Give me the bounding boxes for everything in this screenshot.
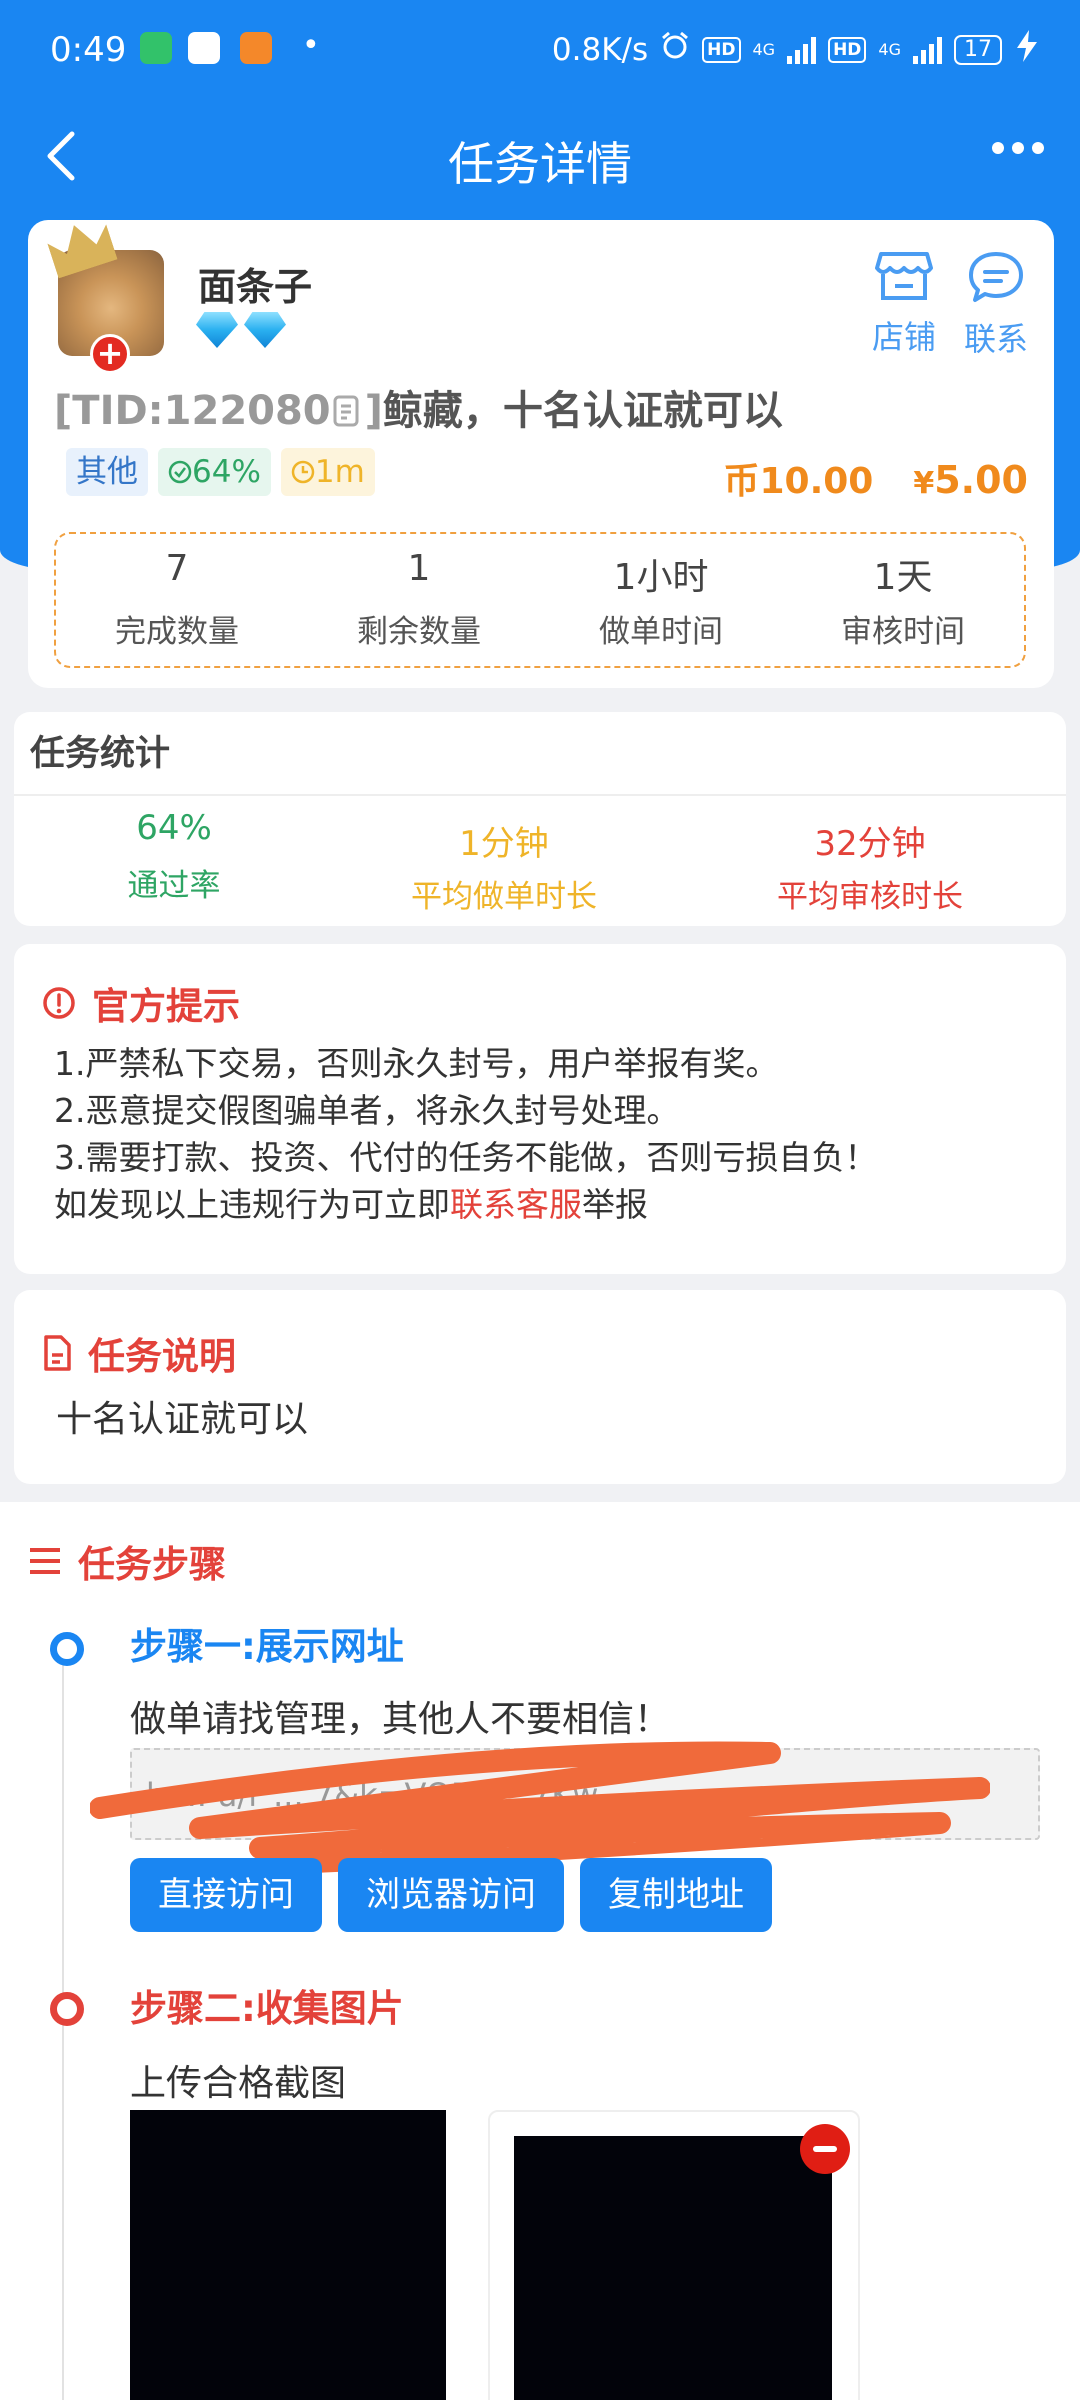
more-notifications-icon: • [302, 28, 320, 63]
task-name: 鲸藏，十名认证就可以 [382, 388, 783, 434]
step-two-text: 上传合格截图 [130, 2063, 347, 2104]
signal-icon [787, 36, 817, 64]
coin-reward: 币10.00 [723, 452, 873, 504]
app-notification-icon [188, 32, 220, 64]
task-url-field[interactable]: h ... u/l_... 7&k=VOEj ... 7Kw [130, 1748, 1040, 1840]
alert-circle-icon [43, 987, 75, 1019]
hd-icon: HD [828, 37, 867, 63]
remove-image-icon[interactable] [800, 2124, 850, 2174]
task-title: [TID:122080]鲸藏，十名认证就可以 [54, 378, 783, 436]
task-stats-card: 任务统计 64% 通过率 1分钟 平均做单时长 32分钟 平均审核时长 [14, 712, 1066, 926]
notice-line: 如发现以上违规行为可立即联系客服举报 [54, 1185, 648, 1224]
contact-support-link[interactable]: 联系客服 [450, 1185, 582, 1224]
steps-title: 任务步骤 [78, 1543, 226, 1586]
signal-label: 4G [752, 40, 776, 59]
shop-label: 店铺 [871, 318, 936, 356]
contact-label: 联系 [963, 320, 1028, 358]
list-icon [30, 1548, 60, 1574]
app-notification-icon [140, 32, 172, 64]
cny-value: 5.00 [934, 458, 1028, 502]
direct-visit-button[interactable]: 直接访问 [130, 1858, 322, 1932]
description-heading: 任务说明 [42, 1326, 236, 1380]
completed-count: 7 完成数量 [115, 548, 239, 650]
task-tags: 其他 64% 1m [66, 448, 375, 496]
browser-visit-button[interactable]: 浏览器访问 [338, 1858, 564, 1932]
charging-icon [1014, 30, 1040, 70]
steps-heading: 任务步骤 [28, 1534, 226, 1588]
step-one-title: 步骤一:展示网址 [130, 1625, 404, 1668]
step-two-title: 步骤二:收集图片 [130, 1987, 404, 2030]
review-time: 1天 审核时间 [841, 557, 965, 650]
avg-work-time-stat: 1分钟 平均做单时长 [411, 824, 597, 915]
alarm-icon [660, 31, 690, 69]
notice-title: 官方提示 [92, 985, 240, 1028]
shop-button[interactable]: 店铺 [864, 250, 944, 358]
remaining-count: 1 剩余数量 [357, 548, 481, 650]
time-value: 1m [314, 454, 365, 490]
uploaded-screenshot[interactable] [514, 2136, 832, 2400]
coin-value: 10.00 [759, 461, 874, 502]
crown-icon [44, 216, 117, 279]
description-text: 十名认证就可以 [56, 1399, 309, 1440]
category-tag: 其他 [66, 448, 148, 496]
contact-button[interactable]: 联系 [956, 250, 1036, 360]
task-steps-section: 任务步骤 步骤一:展示网址 做单请找管理，其他人不要相信！ h ... u/l_… [0, 1502, 1080, 2400]
app-notification-icon [240, 32, 272, 64]
clock-icon [291, 460, 315, 484]
pass-rate-stat: 64% 通过率 [127, 808, 221, 904]
description-title: 任务说明 [88, 1335, 236, 1378]
task-summary-card: + 面条子 店铺 联系 [TID:122080]鲸藏，十名认证就可以 其他 64… [28, 220, 1054, 688]
coin-symbol: 币 [723, 461, 760, 502]
work-time: 1小时 做单时间 [599, 557, 723, 650]
follow-plus-icon[interactable]: + [90, 334, 130, 374]
diamond-icon [244, 312, 286, 348]
chat-icon [969, 252, 1023, 302]
diamond-icon [196, 312, 238, 348]
vip-level [196, 312, 286, 348]
step-one-dot [50, 1632, 84, 1666]
sample-screenshot[interactable] [130, 2110, 446, 2400]
store-icon [875, 252, 933, 300]
task-stats-title: 任务统计 [14, 712, 1066, 796]
notice-line: 2.恶意提交假图骗单者，将永久封号处理。 [54, 1091, 680, 1130]
notice-line: 3.需要打款、投资、代付的任务不能做，否则亏损自负！ [54, 1138, 878, 1177]
net-speed: 0.8K/s [551, 32, 649, 68]
status-time: 0:49 [50, 30, 127, 70]
notice-line: 1.严禁私下交易，否则永久封号，用户举报有奖。 [54, 1044, 779, 1083]
task-description-card: 任务说明 十名认证就可以 [14, 1290, 1066, 1484]
cny-reward: ¥5.00 [913, 458, 1028, 502]
reward: 币10.00 ¥5.00 [723, 452, 1028, 504]
status-bar: 0:49 • 0.8K/s HD 4G HD 4G 17 [0, 0, 1080, 100]
task-id-close: ] [364, 388, 383, 434]
hd-icon: HD [702, 37, 741, 63]
task-id: [TID:122080 [54, 388, 331, 434]
url-actions: 直接访问 浏览器访问 复制地址 [130, 1858, 772, 1932]
copy-address-button[interactable]: 复制地址 [580, 1858, 772, 1932]
battery-indicator: 17 [954, 35, 1002, 65]
notice-heading: 官方提示 [42, 976, 240, 1030]
signal-icon [913, 36, 942, 64]
document-icon [44, 1335, 71, 1371]
publisher-name: 面条子 [198, 265, 313, 309]
nav-bar: 任务详情 [0, 110, 1080, 200]
official-notice-card: 官方提示 1.严禁私下交易，否则永久封号，用户举报有奖。 2.恶意提交假图骗单者… [14, 944, 1066, 1274]
pass-rate-value: 64% [192, 454, 261, 490]
more-options-icon[interactable] [992, 142, 1044, 154]
check-circle-icon [168, 460, 192, 484]
pass-rate-tag: 64% [158, 448, 271, 496]
step-two-dot [50, 1992, 84, 2026]
page-title: 任务详情 [448, 137, 632, 191]
cny-symbol: ¥ [913, 466, 935, 501]
step-one-text: 做单请找管理，其他人不要相信！ [130, 1699, 671, 1740]
task-quantity-box: 7 完成数量 1 剩余数量 1小时 做单时间 1天 审核时间 [54, 532, 1026, 668]
copy-id-icon[interactable] [331, 388, 365, 434]
time-tag: 1m [280, 448, 375, 496]
avg-review-time-stat: 32分钟 平均审核时长 [777, 824, 963, 915]
notice-text: 1.严禁私下交易，否则永久封号，用户举报有奖。 2.恶意提交假图骗单者，将永久封… [54, 1040, 878, 1228]
signal-label: 4G [878, 40, 901, 59]
